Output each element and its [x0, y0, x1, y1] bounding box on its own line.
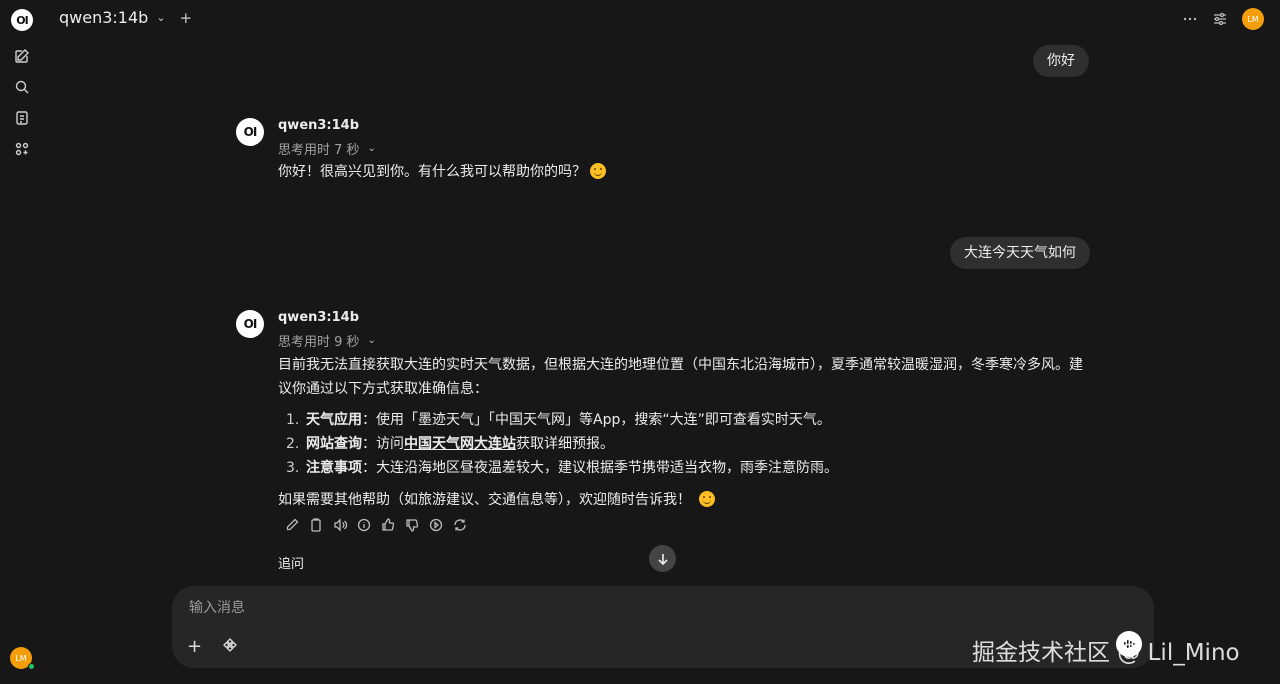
smile-emoji-icon — [699, 491, 715, 507]
thinking-toggle[interactable]: 思考用时 9 秒 ⌄ — [278, 331, 376, 350]
list-text: ：访问 — [362, 436, 404, 452]
thinking-duration: 思考用时 7 秒 — [278, 143, 360, 158]
assistant-text: 你好！很高兴见到你。有什么我可以帮助你的吗？ — [278, 160, 1088, 184]
add-model-icon[interactable]: + — [180, 9, 193, 27]
search-icon[interactable] — [14, 79, 30, 95]
chevron-down-icon[interactable]: ⌄ — [368, 143, 376, 154]
message-actions — [284, 517, 468, 533]
copy-icon[interactable] — [308, 517, 324, 533]
add-attachment-button[interactable]: + — [187, 636, 202, 657]
edit-icon[interactable] — [284, 517, 300, 533]
followup-title: 追问 — [278, 557, 305, 572]
list-item: 2. 网站查询 ：访问 中国天气网大连站 获取详细预报。 — [286, 432, 838, 456]
list-text: 获取详细预报。 — [516, 436, 614, 452]
assistant-outro: 如果需要其他帮助（如旅游建议、交通信息等），欢迎随时告诉我！ — [278, 488, 1088, 512]
new-chat-icon[interactable] — [14, 48, 30, 64]
arrow-down-icon — [657, 553, 668, 565]
notes-icon[interactable] — [14, 110, 30, 126]
thinking-toggle[interactable]: 思考用时 7 秒 ⌄ — [278, 139, 376, 158]
list-heading: 注意事项 — [306, 460, 362, 476]
list-text: ：使用「墨迹天气」「中国天气网」等App，搜索“大连”即可查看实时天气。 — [362, 412, 831, 428]
list-item: 3. 注意事项 ：大连沿海地区昼夜温差较大，建议根据季节携带适当衣物，雨季注意防… — [286, 456, 838, 480]
header-user-avatar[interactable]: LM — [1242, 8, 1264, 30]
assistant-message: OI qwen3:14b 思考用时 9 秒 ⌄ 目前我无法直接获取大连的实时天气… — [236, 310, 1096, 550]
smile-emoji-icon — [590, 163, 606, 179]
list-number: 1. — [286, 412, 300, 428]
thinking-duration: 思考用时 9 秒 — [278, 335, 360, 350]
continue-icon[interactable] — [428, 517, 444, 533]
sidebar: OI LM — [0, 0, 44, 684]
message-input[interactable] — [189, 600, 1089, 616]
workspace-icon[interactable] — [14, 141, 30, 157]
list-text: ：大连沿海地区昼夜温差较大，建议根据季节携带适当衣物，雨季注意防雨。 — [362, 460, 838, 476]
read-aloud-icon[interactable] — [332, 517, 348, 533]
assistant-intro: 目前我无法直接获取大连的实时天气数据，但根据大连的地理位置（中国东北沿海城市），… — [278, 357, 1083, 397]
regenerate-icon[interactable] — [452, 517, 468, 533]
user-message-bubble: 你好 — [1033, 45, 1089, 77]
user-message-bubble: 大连今天天气如何 — [950, 237, 1090, 269]
assistant-message: OI qwen3:14b 思考用时 7 秒 ⌄ 你好！很高兴见到你。有什么我可以… — [236, 118, 1096, 198]
thumbs-up-icon[interactable] — [380, 517, 396, 533]
chevron-down-icon[interactable]: ⌄ — [156, 11, 165, 24]
list-heading: 天气应用 — [306, 412, 362, 428]
assistant-model-name: qwen3:14b — [278, 118, 360, 133]
list-number: 3. — [286, 460, 300, 476]
assistant-model-name: qwen3:14b — [278, 310, 360, 325]
assistant-avatar: OI — [236, 118, 264, 146]
list-number: 2. — [286, 436, 300, 452]
assistant-avatar: OI — [236, 310, 264, 338]
scroll-to-bottom-button[interactable] — [649, 545, 676, 572]
watermark: 掘金技术社区 @ Lil_Mino — [972, 640, 1240, 666]
weather-site-link[interactable]: 中国天气网大连站 — [404, 432, 516, 456]
settings-sliders-icon[interactable] — [1212, 11, 1228, 27]
more-options-icon[interactable] — [1182, 11, 1198, 27]
thumbs-down-icon[interactable] — [404, 517, 420, 533]
tools-icon[interactable] — [222, 637, 238, 653]
info-icon[interactable] — [356, 517, 372, 533]
chevron-down-icon[interactable]: ⌄ — [368, 335, 376, 346]
message-text: 你好！很高兴见到你。有什么我可以帮助你的吗？ — [278, 164, 586, 180]
suggestion-list: 1. 天气应用 ：使用「墨迹天气」「中国天气网」等App，搜索“大连”即可查看实… — [286, 408, 838, 480]
app-logo[interactable]: OI — [11, 9, 33, 31]
model-name: qwen3:14b — [59, 8, 149, 27]
online-status-dot — [28, 663, 35, 670]
model-selector[interactable]: qwen3:14b ⌄ + — [59, 8, 192, 27]
header-actions: LM — [1182, 8, 1264, 30]
list-item: 1. 天气应用 ：使用「墨迹天气」「中国天气网」等App，搜索“大连”即可查看实… — [286, 408, 838, 432]
list-heading: 网站查询 — [306, 436, 362, 452]
message-text: 如果需要其他帮助（如旅游建议、交通信息等），欢迎随时告诉我！ — [278, 492, 691, 508]
